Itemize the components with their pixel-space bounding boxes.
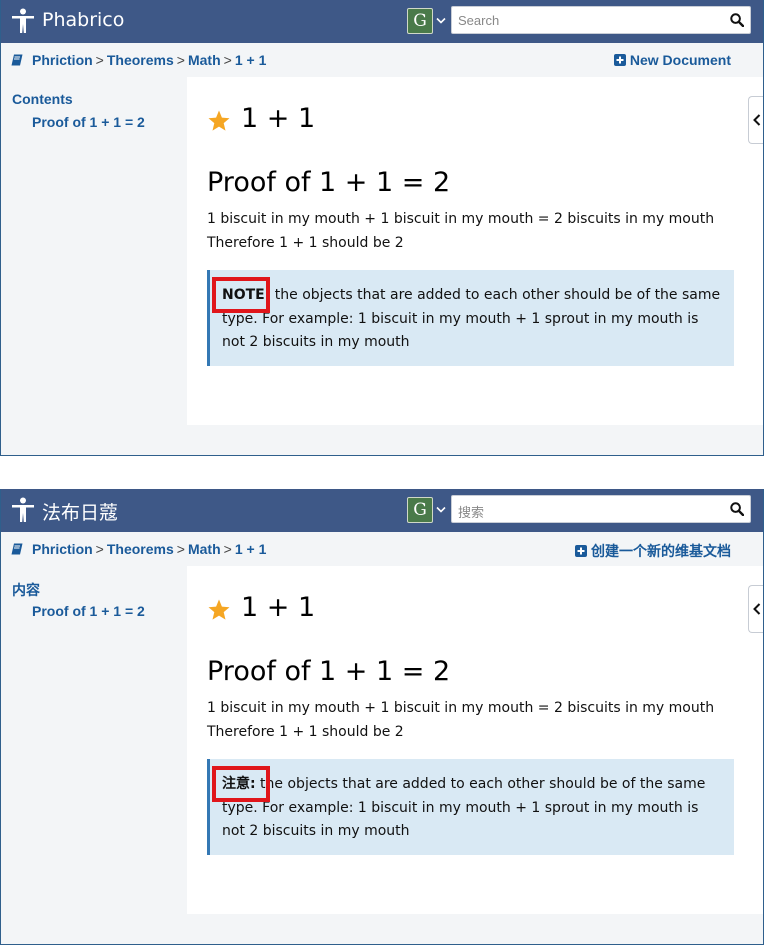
breadcrumb-trail: Phriction > Theorems > Math >1 + 1	[32, 52, 266, 68]
search-input[interactable]: 搜索	[451, 495, 751, 523]
toc-title: 内容	[12, 582, 40, 598]
breadcrumb-theorems[interactable]: Theorems	[107, 541, 174, 557]
star-icon[interactable]	[207, 598, 231, 622]
breadcrumb-current[interactable]: 1 + 1	[235, 541, 267, 557]
note-callout: NOTE: the objects that are added to each…	[207, 270, 734, 366]
highlight-box	[212, 277, 270, 313]
new-document-button[interactable]: 创建一个新的维基文档	[575, 541, 731, 561]
new-document-label: New Document	[629, 52, 731, 68]
document-content: 1 + 1 Proof of 1 + 1 = 2 1 biscuit in my…	[187, 77, 763, 425]
note-text: the objects that are added to each other…	[222, 287, 721, 350]
breadcrumb-theorems[interactable]: Theorems	[107, 52, 174, 68]
highlight-box	[212, 766, 270, 802]
person-logo-icon[interactable]	[11, 8, 35, 34]
note-text: the objects that are added to each other…	[222, 776, 706, 839]
breadcrumb: Phriction > Theorems > Math >1 + 1 创建一个新的维基文档	[1, 532, 763, 566]
document-content: 1 + 1 Proof of 1 + 1 = 2 1 biscuit in my…	[187, 566, 763, 914]
note-callout: 注意: the objects that are added to each o…	[207, 759, 734, 855]
breadcrumb-phriction[interactable]: Phriction	[32, 52, 93, 68]
breadcrumb-separator: >	[95, 541, 104, 557]
breadcrumb-separator: >	[223, 52, 232, 68]
breadcrumb-separator: >	[223, 541, 232, 557]
section-heading: Proof of 1 + 1 = 2	[207, 167, 451, 198]
breadcrumb-phriction[interactable]: Phriction	[32, 541, 93, 557]
sidebar-toggle[interactable]	[748, 96, 763, 144]
search-input[interactable]: Search	[451, 6, 751, 34]
plus-square-icon	[613, 54, 626, 66]
paragraph: Therefore 1 + 1 should be 2	[207, 235, 404, 251]
star-icon[interactable]	[207, 109, 231, 133]
breadcrumb: Phriction > Theorems > Math >1 + 1 New Docume…	[1, 43, 763, 77]
person-logo-icon[interactable]	[11, 497, 35, 523]
search-icon[interactable]	[730, 502, 744, 516]
book-icon	[11, 543, 23, 555]
app-title[interactable]: Phabrico	[42, 9, 124, 31]
breadcrumb-math[interactable]: Math	[188, 541, 221, 557]
book-icon	[11, 54, 23, 66]
chevron-left-icon	[753, 603, 761, 615]
breadcrumb-separator: >	[176, 541, 185, 557]
breadcrumb-separator: >	[176, 52, 185, 68]
user-avatar[interactable]: G	[407, 8, 433, 34]
section-heading: Proof of 1 + 1 = 2	[207, 656, 451, 687]
paragraph: 1 biscuit in my mouth + 1 biscuit in my …	[207, 700, 715, 716]
toc-item[interactable]: Proof of 1 + 1 = 2	[32, 114, 145, 130]
screenshot-panel-english: Phabrico G Search Phriction > Theorems > Mat…	[0, 0, 764, 456]
new-document-button[interactable]: New Document	[613, 52, 731, 68]
breadcrumb-separator: >	[95, 52, 104, 68]
toc-title: Contents	[12, 91, 73, 107]
top-navigation-bar: 法布日蔻 G 搜索	[1, 489, 763, 532]
paragraph: 1 biscuit in my mouth + 1 biscuit in my …	[207, 211, 715, 227]
top-navigation-bar: Phabrico G Search	[1, 0, 763, 43]
sidebar-toggle[interactable]	[748, 585, 763, 633]
breadcrumb-current[interactable]: 1 + 1	[235, 52, 267, 68]
plus-square-icon	[575, 545, 587, 557]
breadcrumb-trail: Phriction > Theorems > Math >1 + 1	[32, 541, 266, 557]
user-avatar[interactable]: G	[407, 497, 433, 523]
toc-item[interactable]: Proof of 1 + 1 = 2	[32, 603, 145, 619]
chevron-down-icon[interactable]	[436, 17, 446, 25]
paragraph: Therefore 1 + 1 should be 2	[207, 724, 404, 740]
document-title: 1 + 1	[241, 592, 316, 623]
app-title[interactable]: 法布日蔻	[42, 498, 118, 525]
screenshot-panel-chinese: 法布日蔻 G 搜索 Phriction > Theorems > Math >1 + 1 …	[0, 489, 764, 945]
new-document-label: 创建一个新的维基文档	[591, 543, 731, 559]
document-title: 1 + 1	[241, 103, 316, 134]
chevron-left-icon	[753, 114, 761, 126]
chevron-down-icon[interactable]	[436, 506, 446, 514]
search-icon[interactable]	[730, 13, 744, 27]
breadcrumb-math[interactable]: Math	[188, 52, 221, 68]
